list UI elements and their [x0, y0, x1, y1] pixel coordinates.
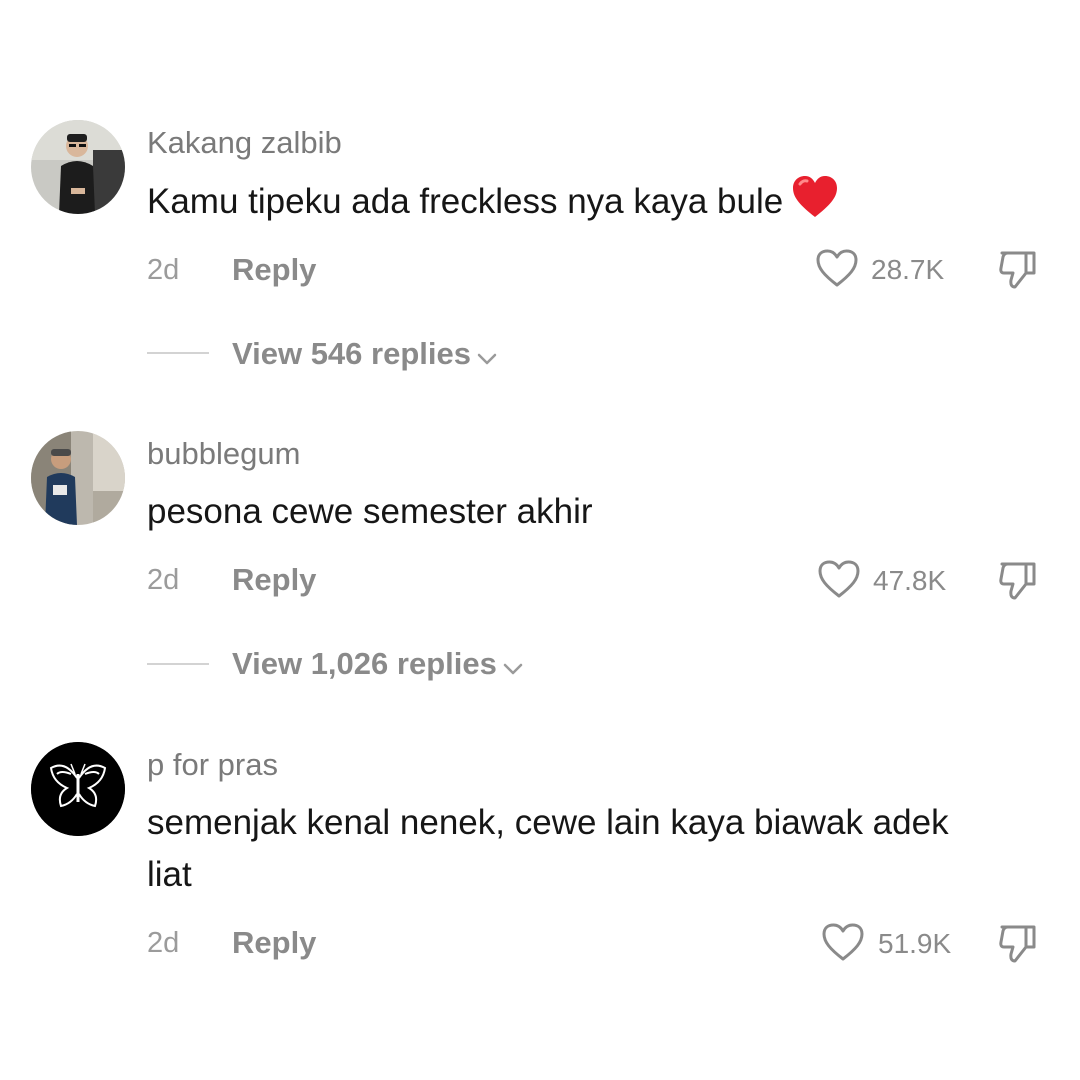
red-heart-icon: [791, 175, 839, 234]
view-replies-label: View 546 replies: [232, 336, 471, 371]
comment-text-body: Kamu tipeku ada freckless nya kaya bule: [147, 182, 784, 221]
thumbs-down-icon[interactable]: [996, 921, 1040, 965]
comment-time: 2d: [147, 564, 180, 596]
reply-button[interactable]: Reply: [232, 562, 316, 598]
like-count: 51.9K: [878, 928, 952, 959]
view-replies-label: View 1,026 replies: [232, 646, 497, 681]
divider-line: [147, 352, 209, 354]
username[interactable]: bubblegum: [147, 436, 300, 472]
comment-text: semenjak kenal nenek, cewe lain kaya bia…: [147, 803, 949, 894]
avatar[interactable]: [31, 120, 125, 214]
reply-button[interactable]: Reply: [232, 925, 316, 961]
username[interactable]: p for pras: [147, 747, 278, 783]
heart-outline-icon[interactable]: [817, 559, 861, 599]
thumbs-down-icon[interactable]: [996, 247, 1040, 291]
heart-outline-icon[interactable]: [821, 922, 865, 962]
butterfly-icon: [31, 742, 125, 836]
comment-text: Kamu tipeku ada freckless nya kaya bule: [147, 175, 1017, 234]
reply-button[interactable]: Reply: [232, 252, 316, 288]
divider-line: [147, 663, 209, 665]
avatar[interactable]: [31, 742, 125, 836]
chevron-down-icon: [477, 338, 497, 374]
view-replies-button[interactable]: View 546 replies: [232, 336, 497, 374]
comment-time: 2d: [147, 927, 180, 959]
like-count: 47.8K: [873, 565, 947, 596]
thumbs-down-icon[interactable]: [996, 558, 1040, 602]
heart-outline-icon[interactable]: [815, 248, 859, 288]
view-replies-button[interactable]: View 1,026 replies: [232, 646, 523, 684]
like-count: 28.7K: [871, 254, 945, 285]
username[interactable]: Kakang zalbib: [147, 125, 342, 161]
avatar[interactable]: [31, 431, 125, 525]
comment-time: 2d: [147, 254, 180, 286]
chevron-down-icon: [503, 648, 523, 684]
comment-text: pesona cewe semester akhir: [147, 492, 593, 531]
